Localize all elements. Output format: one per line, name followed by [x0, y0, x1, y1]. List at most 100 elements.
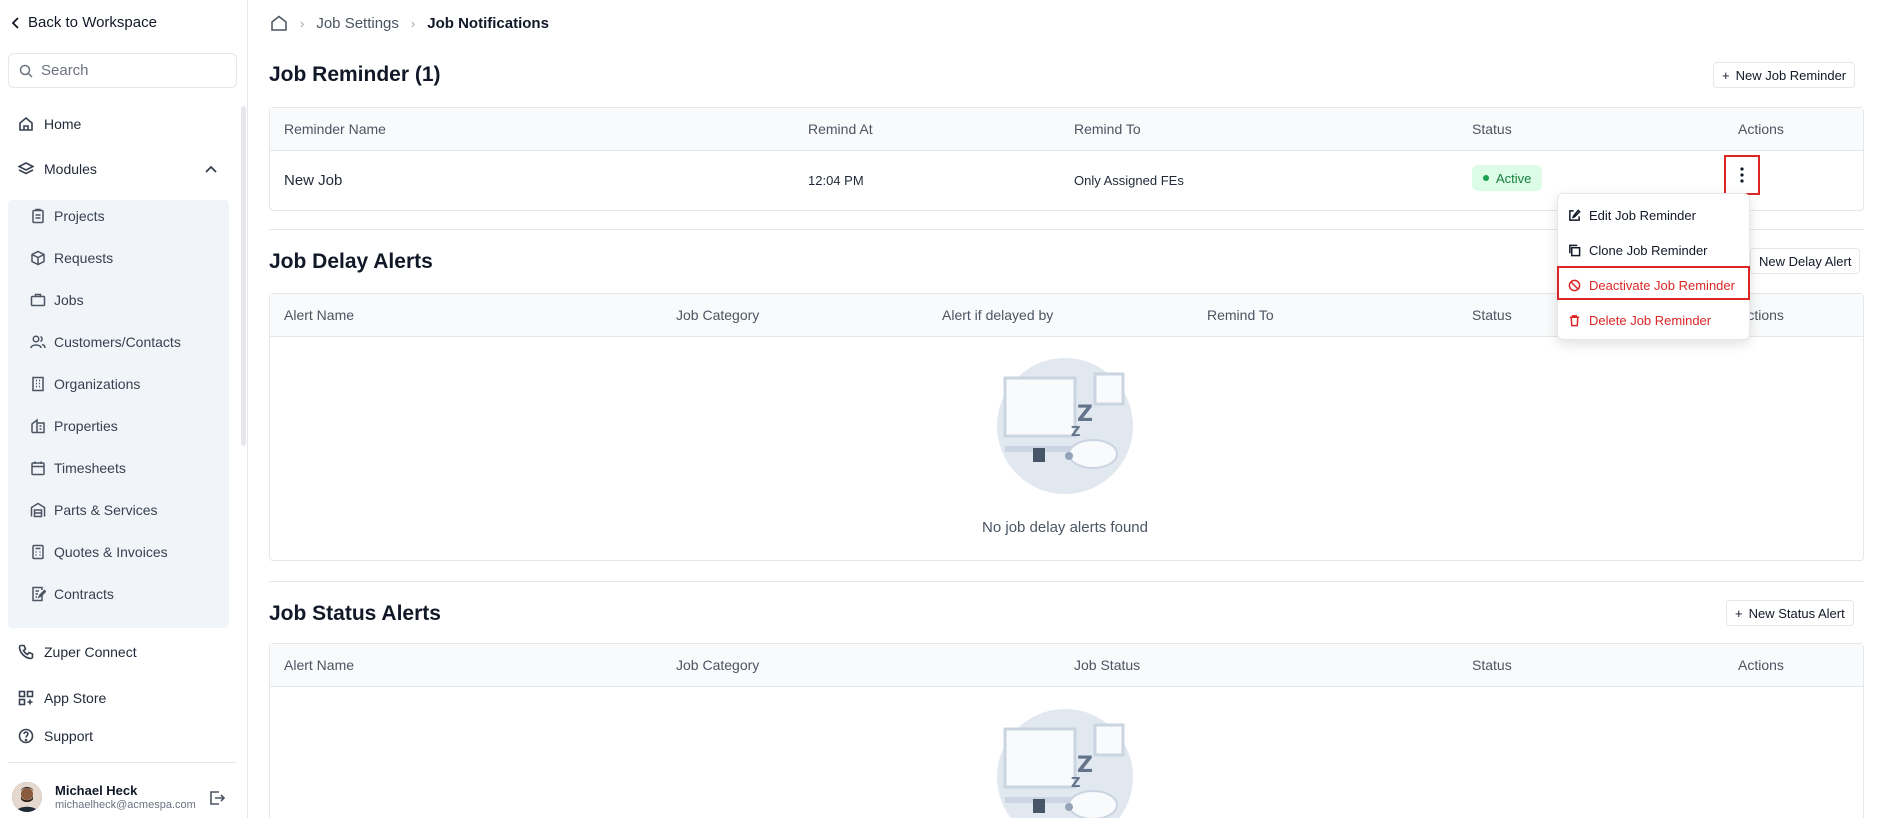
sidebar-item-label: Modules — [44, 161, 97, 177]
new-job-reminder-button[interactable]: + New Job Reminder — [1713, 62, 1856, 88]
column-header: Reminder Name — [284, 121, 386, 137]
chevron-up-icon[interactable] — [204, 162, 218, 176]
user-name: Michael Heck — [55, 783, 138, 798]
home-icon — [19, 116, 33, 131]
column-header: Alert if delayed by — [942, 307, 1054, 323]
svg-text:Z: Z — [1077, 402, 1093, 427]
sidebar-item-timesheets[interactable]: Timesheets — [30, 460, 126, 476]
edit-icon — [1569, 209, 1581, 221]
user-email: michaelheck@acmespa.com — [55, 799, 196, 811]
sidebar-item-app-store[interactable]: App Store — [18, 690, 106, 706]
sidebar-item-customers[interactable]: Customers/Contacts — [30, 334, 181, 350]
sidebar-item-label: Customers/Contacts — [54, 334, 181, 350]
back-label: Back to Workspace — [28, 14, 157, 31]
logout-icon[interactable] — [208, 789, 226, 807]
clipboard-icon — [32, 208, 44, 224]
delete-job-reminder-item[interactable]: Delete Job Reminder — [1568, 313, 1711, 328]
status-dot-icon — [1483, 175, 1489, 181]
plus-icon: + — [1735, 605, 1743, 621]
remind-to: Only Assigned FEs — [1074, 173, 1184, 188]
sidebar-item-zuper-connect[interactable]: Zuper Connect — [18, 644, 137, 660]
sidebar-item-label: Properties — [54, 418, 118, 434]
menu-item-highlight — [1557, 266, 1750, 300]
column-header: Actions — [1738, 121, 1784, 137]
new-status-alert-button[interactable]: + New Status Alert — [1726, 600, 1854, 626]
sidebar-item-label: Projects — [54, 208, 105, 224]
home-icon[interactable] — [270, 14, 288, 32]
column-header: Job Category — [676, 307, 760, 323]
chevron-right-icon: › — [410, 15, 416, 31]
svg-text:Z: Z — [1071, 776, 1080, 791]
back-to-workspace-link[interactable]: Back to Workspace — [10, 14, 157, 31]
sidebar-item-contracts[interactable]: Contracts — [30, 586, 114, 602]
column-header: Remind To — [1074, 121, 1141, 137]
phone-icon — [18, 644, 34, 660]
column-header: Job Status — [1074, 657, 1141, 673]
breadcrumb-current: Job Notifications — [427, 14, 549, 32]
remind-at: 12:04 PM — [808, 173, 864, 188]
column-header: Status — [1472, 307, 1512, 323]
sidebar-item-projects[interactable]: Projects — [30, 208, 105, 224]
sidebar-item-jobs[interactable]: Jobs — [30, 292, 84, 308]
layers-icon — [18, 162, 34, 175]
sleeping-illustration-icon: Z Z — [997, 709, 1133, 818]
menu-item-label: Edit Job Reminder — [1589, 208, 1696, 223]
row-actions-button[interactable] — [1724, 155, 1760, 195]
users-icon — [30, 335, 46, 349]
column-header: Remind To — [1207, 307, 1274, 323]
sidebar-item-label: Parts & Services — [54, 502, 158, 518]
property-icon — [31, 418, 45, 434]
sidebar-item-label: Timesheets — [54, 460, 126, 476]
sidebar-divider — [8, 762, 236, 763]
contract-icon — [32, 586, 46, 602]
sleeping-illustration-icon: Z Z — [997, 358, 1133, 494]
column-header: Alert Name — [284, 657, 355, 673]
breadcrumb-job-settings[interactable]: Job Settings — [316, 15, 399, 32]
sidebar-item-label: Home — [44, 116, 82, 132]
sidebar-item-requests[interactable]: Requests — [30, 250, 113, 266]
copy-icon — [1569, 244, 1581, 257]
sidebar-item-support[interactable]: Support — [18, 728, 93, 744]
search-box — [8, 53, 237, 88]
sidebar-item-label: Zuper Connect — [44, 644, 137, 660]
sidebar-item-home[interactable]: Home — [18, 116, 81, 132]
empty-state: Z Z No job delay alerts found — [930, 356, 1200, 536]
box-icon — [31, 250, 45, 266]
sidebar-item-label: Jobs — [54, 292, 84, 308]
sidebar-item-label: Contracts — [54, 586, 114, 602]
calendar-icon — [31, 461, 45, 476]
chevron-left-icon — [11, 16, 19, 29]
menu-item-label: Delete Job Reminder — [1589, 313, 1712, 328]
job-status-alerts-table: Alert Name Job Category Job Status Statu… — [269, 643, 1864, 818]
chevron-right-icon: › — [300, 15, 305, 31]
svg-text:Z: Z — [1077, 753, 1093, 778]
sidebar-item-modules[interactable]: Modules — [18, 161, 97, 177]
menu-item-label: Clone Job Reminder — [1589, 243, 1708, 258]
empty-state-text: No job delay alerts found — [982, 519, 1148, 536]
column-header: Actions — [1738, 657, 1784, 673]
sidebar-item-label: Requests — [54, 250, 114, 266]
job-delay-alerts-title: Job Delay Alerts — [269, 250, 433, 273]
new-delay-alert-button[interactable]: New Delay Alert — [1750, 248, 1861, 274]
job-status-alerts-title: Job Status Alerts — [269, 602, 441, 625]
section-divider — [269, 581, 1864, 582]
edit-job-reminder-item[interactable]: Edit Job Reminder — [1568, 208, 1696, 223]
empty-state: Z Z — [930, 707, 1200, 818]
sidebar-item-label: Quotes & Invoices — [54, 544, 168, 560]
more-vertical-icon — [1740, 167, 1744, 183]
sidebar-item-parts-services[interactable]: Parts & Services — [30, 502, 157, 518]
sidebar-item-organizations[interactable]: Organizations — [30, 376, 140, 392]
sidebar-scrollbar[interactable] — [241, 106, 246, 446]
column-header: Alert Name — [284, 307, 355, 323]
avatar — [12, 782, 42, 812]
sidebar-item-quotes-invoices[interactable]: Quotes & Invoices — [30, 544, 168, 560]
sidebar-item-label: Organizations — [54, 376, 141, 392]
calculator-icon — [32, 544, 44, 560]
clone-job-reminder-item[interactable]: Clone Job Reminder — [1568, 243, 1708, 258]
search-input[interactable] — [41, 62, 221, 79]
column-header: Status — [1472, 657, 1512, 673]
sidebar-item-properties[interactable]: Properties — [30, 418, 118, 434]
plus-icon: + — [1722, 67, 1730, 83]
button-label: New Job Reminder — [1735, 67, 1847, 83]
sidebar-item-label: App Store — [44, 690, 107, 706]
